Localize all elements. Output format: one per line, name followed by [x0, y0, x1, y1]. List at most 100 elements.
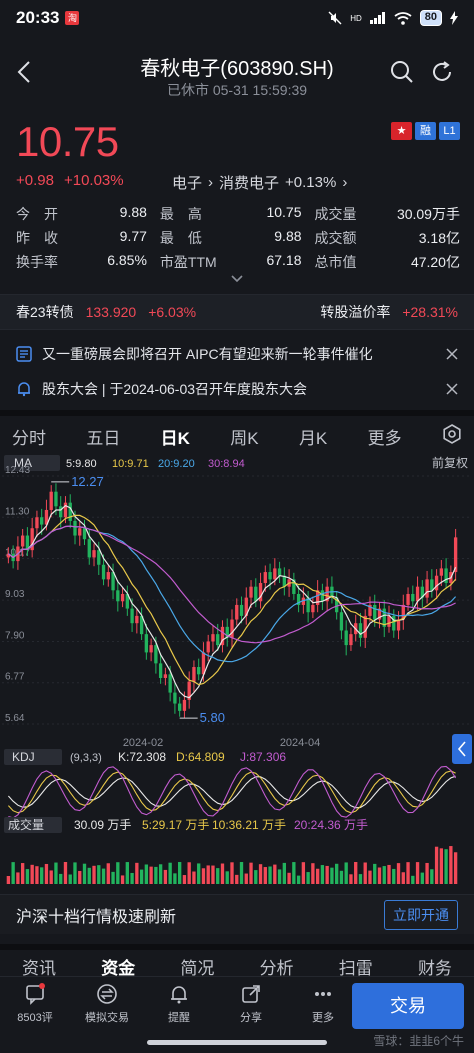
kline-chart[interactable]: MA 5:9.80 10:9.71 20:9.20 30:8.94 前复权12.4311.…: [0, 452, 474, 892]
kdj-title: KDJ: [12, 750, 35, 764]
price-change: +0.98 +10.03%: [16, 172, 124, 189]
more-icon: [315, 992, 331, 996]
volume-bar: [449, 846, 453, 884]
stat-label: 昨 收: [16, 230, 58, 246]
info-tab[interactable]: 资讯: [22, 954, 56, 979]
volume-bar: [387, 864, 391, 884]
stat-value: 10.75: [266, 204, 302, 220]
volume-bar: [16, 872, 20, 884]
period-tab[interactable]: 更多: [368, 424, 402, 449]
candle-body: [40, 517, 44, 525]
candle-body: [73, 520, 77, 536]
candle-body: [78, 528, 82, 536]
toolbar-item[interactable]: 更多: [294, 983, 352, 1025]
trade-button[interactable]: 交易: [352, 983, 464, 1029]
kdj-k-label: K:72.308: [118, 750, 166, 764]
stat-cell: 昨 收 9.77: [16, 228, 147, 248]
candle-body: [363, 615, 367, 638]
refresh-icon[interactable]: [430, 60, 454, 84]
y-tick-label: 12.43: [5, 465, 30, 476]
toolbar-item[interactable]: 8503评: [6, 983, 64, 1025]
candle-body: [235, 604, 239, 620]
volume-bar: [392, 868, 396, 884]
open-now-button[interactable]: 立即开通: [384, 899, 458, 930]
sector-name: 电子: [172, 175, 203, 192]
volume-ma10: 10:36.21 万手: [212, 818, 286, 832]
volume-bar: [216, 868, 220, 884]
info-tab[interactable]: 资金: [101, 954, 135, 979]
kdj-line: [7, 775, 456, 809]
volume-bar: [306, 872, 310, 884]
kdj-d-label: D:64.809: [176, 750, 225, 764]
volume-bar: [373, 863, 377, 884]
mute-icon: [328, 11, 342, 25]
bell-icon: [18, 382, 30, 397]
close-icon[interactable]: [446, 383, 458, 395]
volume-bar: [320, 865, 325, 884]
y-tick-label: 11.30: [5, 506, 30, 517]
candle-body: [216, 634, 220, 646]
ma10-label: 10:9.71: [112, 458, 149, 470]
battery-indicator: 80: [419, 10, 442, 26]
ma20-label: 20:9.20: [158, 458, 195, 470]
period-tab[interactable]: 分时: [12, 424, 46, 449]
search-icon[interactable]: [390, 60, 414, 84]
bond-percent: +6.03%: [148, 304, 197, 320]
kdj-j-label: J:87.306: [240, 750, 286, 764]
home-indicator: [147, 1040, 327, 1045]
volume-bar: [11, 862, 15, 884]
stat-label: 今 开: [16, 206, 58, 222]
meeting-notice[interactable]: 股东大会 | 于2024-06-03召开年度股东大会: [0, 373, 474, 405]
candle-body: [59, 506, 63, 518]
candle-body: [116, 590, 120, 602]
volume-bar: [339, 870, 344, 884]
info-tab[interactable]: 财务: [418, 954, 452, 979]
period-tab[interactable]: 周K: [230, 424, 258, 449]
toolbar-item[interactable]: 模拟交易: [78, 983, 136, 1025]
sector-link[interactable]: 电子 › 消费电子 +0.13% ›: [172, 172, 347, 193]
volume-bar: [139, 869, 144, 884]
stat-cell: 总市值 47.20亿: [315, 252, 460, 272]
volume-bar: [311, 863, 315, 884]
current-price: 10.75: [16, 118, 119, 165]
volume-ma5: 5:29.17 万手: [142, 818, 209, 832]
volume-bar: [25, 869, 30, 884]
volume-bar: [439, 848, 444, 884]
swap-icon: [97, 984, 117, 1004]
info-tab[interactable]: 扫雷: [339, 954, 373, 979]
stat-cell: 换手率 6.85%: [16, 252, 147, 272]
stat-value: 9.88: [119, 204, 147, 220]
info-tab[interactable]: 简况: [180, 954, 214, 979]
candle-body: [20, 535, 25, 547]
close-icon[interactable]: [446, 348, 458, 360]
candle-body: [263, 572, 267, 584]
volume-bar: [54, 862, 58, 884]
candle-body: [406, 593, 410, 605]
period-tab[interactable]: 五日: [86, 424, 120, 449]
volume-bar: [173, 873, 177, 884]
info-tab[interactable]: 分析: [260, 954, 294, 979]
toolbar-label: 模拟交易: [85, 1012, 129, 1024]
candle-body: [358, 623, 363, 638]
volume-bar: [192, 871, 196, 884]
expand-chevron-icon[interactable]: [230, 274, 244, 284]
toolbar-item[interactable]: 分享: [222, 983, 280, 1025]
high-label: 12.27: [71, 474, 104, 489]
volume-bar: [377, 867, 382, 884]
settings-icon[interactable]: [442, 423, 462, 449]
volume-title: 成交量: [8, 817, 44, 832]
volume-bar: [444, 849, 448, 884]
volume-bar: [125, 862, 129, 884]
candle-body: [144, 634, 149, 653]
period-tab[interactable]: 月K: [299, 424, 327, 449]
volume-bar: [354, 862, 358, 884]
volume-bar: [206, 865, 210, 884]
period-tab[interactable]: 日K: [161, 424, 190, 449]
toolbar-item[interactable]: 提醒: [150, 983, 208, 1025]
stat-label: 成交额: [314, 230, 357, 246]
news-notice[interactable]: 又一重磅展会即将召开 AIPC有望迎来新一轮事件催化: [0, 338, 474, 370]
convertible-bond-bar[interactable]: 春23转债 133.920 +6.03% 转股溢价率 +28.31%: [0, 294, 474, 330]
subsector-percent: +0.13%: [285, 174, 337, 191]
volume-bar: [68, 874, 72, 884]
volume-bar: [144, 864, 149, 884]
